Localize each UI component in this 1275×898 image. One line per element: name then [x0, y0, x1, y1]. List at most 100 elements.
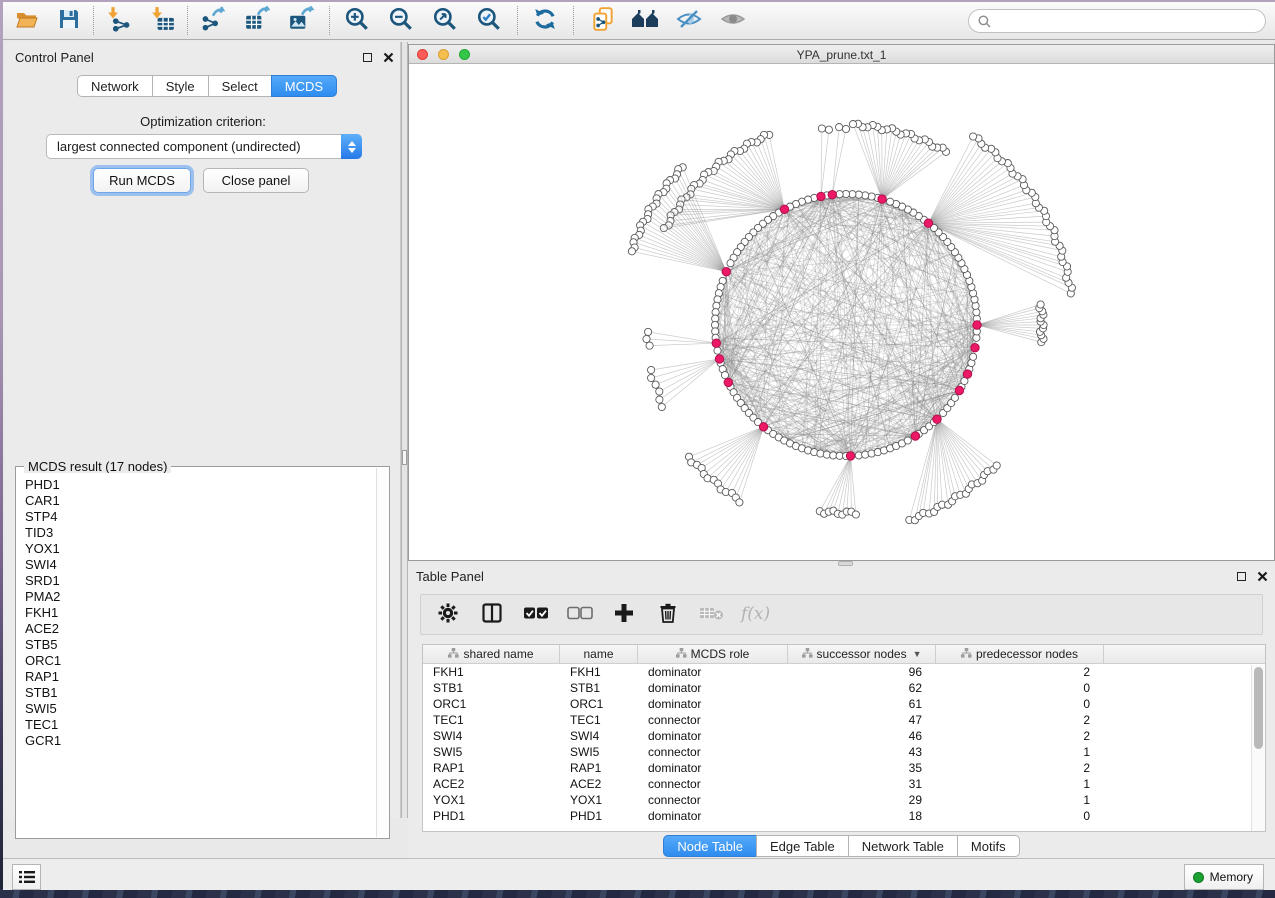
mcds-result-item[interactable]: CAR1	[25, 493, 376, 509]
mcds-result-list[interactable]: PHD1CAR1STP4TID3YOX1SWI4SRD1PMA2FKH1ACE2…	[17, 473, 376, 837]
network-node[interactable]	[904, 437, 911, 444]
mcds-result-item[interactable]: STB1	[25, 685, 376, 701]
network-node[interactable]	[645, 328, 652, 335]
zoom-fit-button[interactable]	[427, 5, 463, 36]
table-row[interactable]: TEC1TEC1connector472	[423, 712, 1265, 728]
select-all-button[interactable]	[523, 602, 549, 628]
export-image-button[interactable]	[283, 5, 319, 36]
vertical-splitter[interactable]	[401, 42, 408, 818]
mcds-hub-node[interactable]	[955, 386, 963, 394]
network-window-titlebar[interactable]: YPA_prune.txt_1	[409, 45, 1274, 64]
network-node[interactable]	[736, 499, 743, 506]
vertical-splitter-grip[interactable]	[402, 450, 407, 465]
table-row[interactable]: SWI5SWI5connector431	[423, 744, 1265, 760]
export-table-button[interactable]	[239, 5, 275, 36]
column-header-MCDS-role[interactable]: MCDS role	[638, 645, 788, 663]
tab-network[interactable]: Network	[77, 75, 153, 97]
mcds-hub-node[interactable]	[817, 192, 825, 200]
mcds-hub-node[interactable]	[724, 378, 732, 386]
network-node[interactable]	[842, 125, 849, 132]
network-node[interactable]	[658, 403, 665, 410]
network-node[interactable]	[628, 248, 635, 255]
search-input[interactable]	[991, 14, 1265, 28]
mcds-hub-node[interactable]	[828, 191, 836, 199]
mcds-result-item[interactable]: PHD1	[25, 477, 376, 493]
mcds-result-item[interactable]: GCR1	[25, 733, 376, 749]
add-column-button[interactable]	[611, 602, 637, 628]
mcds-hub-node[interactable]	[973, 321, 981, 329]
mcds-hub-node[interactable]	[780, 205, 788, 213]
network-node[interactable]	[825, 126, 832, 133]
network-node[interactable]	[849, 121, 856, 128]
tab-network-table[interactable]: Network Table	[848, 835, 958, 857]
table-scrollbar[interactable]	[1251, 665, 1265, 831]
deselect-all-button[interactable]	[567, 602, 593, 628]
mcds-result-item[interactable]: STB5	[25, 637, 376, 653]
mcds-hub-node[interactable]	[712, 339, 720, 347]
network-node[interactable]	[852, 511, 859, 518]
network-node[interactable]	[970, 133, 977, 140]
network-node[interactable]	[656, 396, 663, 403]
network-node[interactable]	[970, 353, 977, 360]
mcds-result-item[interactable]: TID3	[25, 525, 376, 541]
mcds-hub-node[interactable]	[878, 195, 886, 203]
column-header-predecessor-nodes[interactable]: predecessor nodes	[936, 645, 1104, 663]
mcds-result-item[interactable]: ORC1	[25, 653, 376, 669]
network-node[interactable]	[721, 372, 728, 379]
table-row[interactable]: SWI4SWI4dominator462	[423, 728, 1265, 744]
open-session-button[interactable]	[9, 5, 45, 36]
export-network-button[interactable]	[195, 5, 231, 36]
table-row[interactable]: YOX1YOX1connector291	[423, 792, 1265, 808]
mcds-result-item[interactable]: STP4	[25, 509, 376, 525]
network-node[interactable]	[887, 198, 894, 205]
mcds-hub-node[interactable]	[759, 423, 767, 431]
mcds-result-item[interactable]: RAP1	[25, 669, 376, 685]
mcds-result-item[interactable]: TEC1	[25, 717, 376, 733]
mcds-hub-node[interactable]	[846, 452, 854, 460]
table-row[interactable]: FKH1FKH1dominator962	[423, 664, 1265, 680]
zoom-out-button[interactable]	[383, 5, 419, 36]
zoom-selected-button[interactable]	[471, 5, 507, 36]
mcds-hub-node[interactable]	[933, 415, 941, 423]
tab-mcds[interactable]: MCDS	[271, 75, 337, 97]
new-network-selection-button[interactable]	[585, 5, 621, 36]
float-table-panel-icon[interactable]	[1236, 571, 1247, 582]
run-mcds-button[interactable]: Run MCDS	[93, 168, 191, 193]
network-node[interactable]	[648, 366, 655, 373]
refresh-layout-button[interactable]	[527, 5, 563, 36]
table-row[interactable]: RAP1RAP1dominator352	[423, 760, 1265, 776]
network-graph-canvas[interactable]	[409, 64, 1274, 560]
close-panel-button[interactable]: Close panel	[203, 168, 309, 193]
tab-edge-table[interactable]: Edge Table	[756, 835, 849, 857]
hide-selected-button[interactable]	[671, 5, 707, 36]
close-panel-icon[interactable]	[383, 52, 394, 63]
network-node[interactable]	[643, 335, 650, 342]
mcds-hub-node[interactable]	[715, 355, 723, 363]
network-node[interactable]	[727, 260, 734, 267]
first-neighbors-button[interactable]	[627, 5, 663, 36]
automation-panel-button[interactable]	[12, 864, 41, 890]
column-header-shared-name[interactable]: shared name	[423, 645, 560, 663]
network-node[interactable]	[1037, 301, 1044, 308]
network-node[interactable]	[646, 342, 653, 349]
mcds-result-item[interactable]: ACE2	[25, 621, 376, 637]
save-session-button[interactable]	[51, 5, 87, 36]
import-table-button[interactable]	[145, 5, 181, 36]
mcds-hub-node[interactable]	[971, 344, 979, 352]
mcds-hub-node[interactable]	[924, 219, 932, 227]
network-node[interactable]	[818, 125, 825, 132]
network-node[interactable]	[648, 374, 655, 381]
network-node[interactable]	[836, 124, 843, 131]
show-all-button[interactable]	[715, 5, 751, 36]
tab-motifs[interactable]: Motifs	[957, 835, 1020, 857]
zoom-in-button[interactable]	[339, 5, 375, 36]
column-header-name[interactable]: name	[560, 645, 638, 663]
network-node[interactable]	[836, 191, 843, 198]
gear-button[interactable]	[435, 602, 461, 628]
tab-node-table[interactable]: Node Table	[663, 835, 757, 857]
memory-button[interactable]: Memory	[1184, 864, 1264, 890]
tab-select[interactable]: Select	[208, 75, 272, 97]
table-row[interactable]: PHD1PHD1dominator180	[423, 808, 1265, 824]
mcds-list-scrollbar[interactable]	[376, 468, 388, 837]
mcds-hub-node[interactable]	[911, 432, 919, 440]
